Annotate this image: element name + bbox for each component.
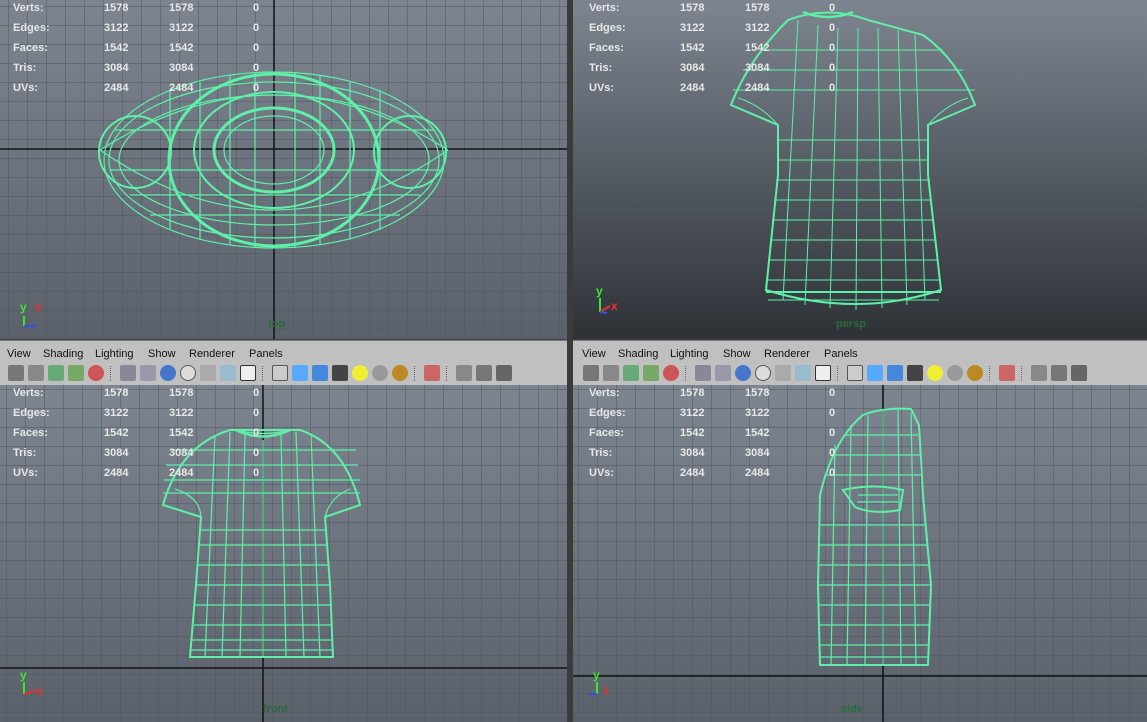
- light-bulb-icon[interactable]: [352, 365, 368, 381]
- viewport-front[interactable]: Verts: 1578 1578 0 Edges: 3122 3122 0 Faces: 15…: [0, 385, 567, 722]
- svg-text:x: x: [36, 684, 43, 698]
- menu-shading[interactable]: Shading: [43, 348, 83, 360]
- camera-icon[interactable]: [583, 365, 599, 381]
- bounding-box-icon[interactable]: [200, 365, 216, 381]
- menu-view[interactable]: View: [7, 348, 31, 360]
- viewport-top[interactable]: Verts: 1578 1578 0 Edges: 3122 3122 0 Faces: 15…: [0, 0, 567, 339]
- toolbar-separator: [110, 366, 113, 381]
- bookmark-icon[interactable]: [48, 365, 64, 381]
- menu-panels[interactable]: Panels: [249, 348, 283, 360]
- svg-text:x: x: [35, 300, 42, 314]
- axis-gizmo-icon: y x: [20, 668, 43, 698]
- material-icon[interactable]: [392, 365, 408, 381]
- menu-renderer[interactable]: Renderer: [189, 348, 235, 360]
- camera-attr-icon[interactable]: [603, 365, 619, 381]
- toolbar-separator: [989, 366, 992, 381]
- high-quality-icon[interactable]: [887, 365, 903, 381]
- sphere-icon[interactable]: [372, 365, 388, 381]
- frame-icon[interactable]: [476, 365, 492, 381]
- menu-lighting[interactable]: Lighting: [670, 348, 709, 360]
- axis-gizmo-icon: y x: [596, 284, 618, 314]
- toolbar-separator: [414, 366, 417, 381]
- hud-stats-persp: Verts: 1578 1578 0 Edges: 3122 3122 0 Faces: 15…: [589, 2, 836, 94]
- isolate-select-icon[interactable]: [867, 365, 883, 381]
- image-plane-icon[interactable]: [68, 365, 84, 381]
- 2d-pan-icon[interactable]: [695, 365, 711, 381]
- material-icon[interactable]: [967, 365, 983, 381]
- grid-toggle-icon[interactable]: [88, 365, 104, 381]
- smooth-shade-icon[interactable]: [160, 365, 176, 381]
- smooth-wire-icon[interactable]: [180, 365, 196, 381]
- camera-icon[interactable]: [8, 365, 24, 381]
- texture-icon[interactable]: [240, 365, 256, 381]
- wireframe-icon[interactable]: [715, 365, 731, 381]
- 2d-pan-icon[interactable]: [120, 365, 136, 381]
- menu-show[interactable]: Show: [723, 348, 751, 360]
- smooth-wire-icon[interactable]: [755, 365, 771, 381]
- toolbar-separator: [262, 366, 265, 381]
- share-icon[interactable]: [496, 365, 512, 381]
- toolbar-separator: [837, 366, 840, 381]
- checker-icon[interactable]: [332, 365, 348, 381]
- svg-text:z: z: [603, 683, 609, 697]
- menu-renderer[interactable]: Renderer: [764, 348, 810, 360]
- texture-icon[interactable]: [815, 365, 831, 381]
- light-bulb-icon[interactable]: [927, 365, 943, 381]
- frame-icon[interactable]: [1051, 365, 1067, 381]
- menu-view[interactable]: View: [582, 348, 606, 360]
- menu-shading[interactable]: Shading: [618, 348, 658, 360]
- bounding-box-icon[interactable]: [775, 365, 791, 381]
- svg-text:y: y: [20, 300, 27, 314]
- viewport-side[interactable]: Verts: 1578 1578 0 Edges: 3122 3122 0 Faces: 15…: [573, 385, 1147, 722]
- default-light-icon[interactable]: [847, 365, 863, 381]
- svg-text:x: x: [611, 299, 618, 313]
- isolate-select-icon[interactable]: [292, 365, 308, 381]
- menu-show[interactable]: Show: [148, 348, 176, 360]
- wireframe-icon[interactable]: [140, 365, 156, 381]
- hud-stats-front: Verts: 1578 1578 0 Edges: 3122 3122 0 Faces: 15…: [13, 387, 260, 479]
- toolbar-separator: [685, 366, 688, 381]
- default-light-icon[interactable]: [272, 365, 288, 381]
- axis-gizmo-icon: y x: [20, 300, 42, 327]
- view-cube-icon[interactable]: [456, 365, 472, 381]
- image-plane-icon[interactable]: [643, 365, 659, 381]
- panel-menubar-right: View Shading Lighting Show Renderer Pane…: [573, 340, 1147, 386]
- camera-label-persp: persp: [836, 318, 866, 330]
- view-cube-icon[interactable]: [1031, 365, 1047, 381]
- checker-icon[interactable]: [907, 365, 923, 381]
- svg-text:y: y: [593, 668, 600, 682]
- svg-text:y: y: [20, 668, 27, 682]
- menu-panels[interactable]: Panels: [824, 348, 858, 360]
- hud-stats-side: Verts: 1578 1578 0 Edges: 3122 3122 0 Faces: 15…: [589, 387, 836, 479]
- toolbar-separator: [446, 366, 449, 381]
- viewport-persp[interactable]: Verts: 1578 1578 0 Edges: 3122 3122 0 Faces: 15…: [573, 0, 1147, 339]
- grid-toggle-icon[interactable]: [663, 365, 679, 381]
- panel-menubar-left: View Shading Lighting Show Renderer Pane…: [0, 340, 567, 386]
- xray-icon[interactable]: [220, 365, 236, 381]
- select-camera-icon[interactable]: [424, 365, 440, 381]
- hud-stats-top: Verts: 1578 1578 0 Edges: 3122 3122 0 Faces: 15…: [13, 2, 260, 94]
- sphere-icon[interactable]: [947, 365, 963, 381]
- camera-label-side: side: [841, 703, 864, 715]
- select-camera-icon[interactable]: [999, 365, 1015, 381]
- bookmark-icon[interactable]: [623, 365, 639, 381]
- xray-icon[interactable]: [795, 365, 811, 381]
- camera-label-top: top: [268, 318, 286, 330]
- axis-gizmo-icon: y z: [589, 668, 609, 697]
- camera-attr-icon[interactable]: [28, 365, 44, 381]
- toolbar-separator: [1021, 366, 1024, 381]
- smooth-shade-icon[interactable]: [735, 365, 751, 381]
- menu-lighting[interactable]: Lighting: [95, 348, 134, 360]
- share-icon[interactable]: [1071, 365, 1087, 381]
- camera-label-front: front: [263, 703, 289, 715]
- high-quality-icon[interactable]: [312, 365, 328, 381]
- svg-text:y: y: [596, 284, 603, 298]
